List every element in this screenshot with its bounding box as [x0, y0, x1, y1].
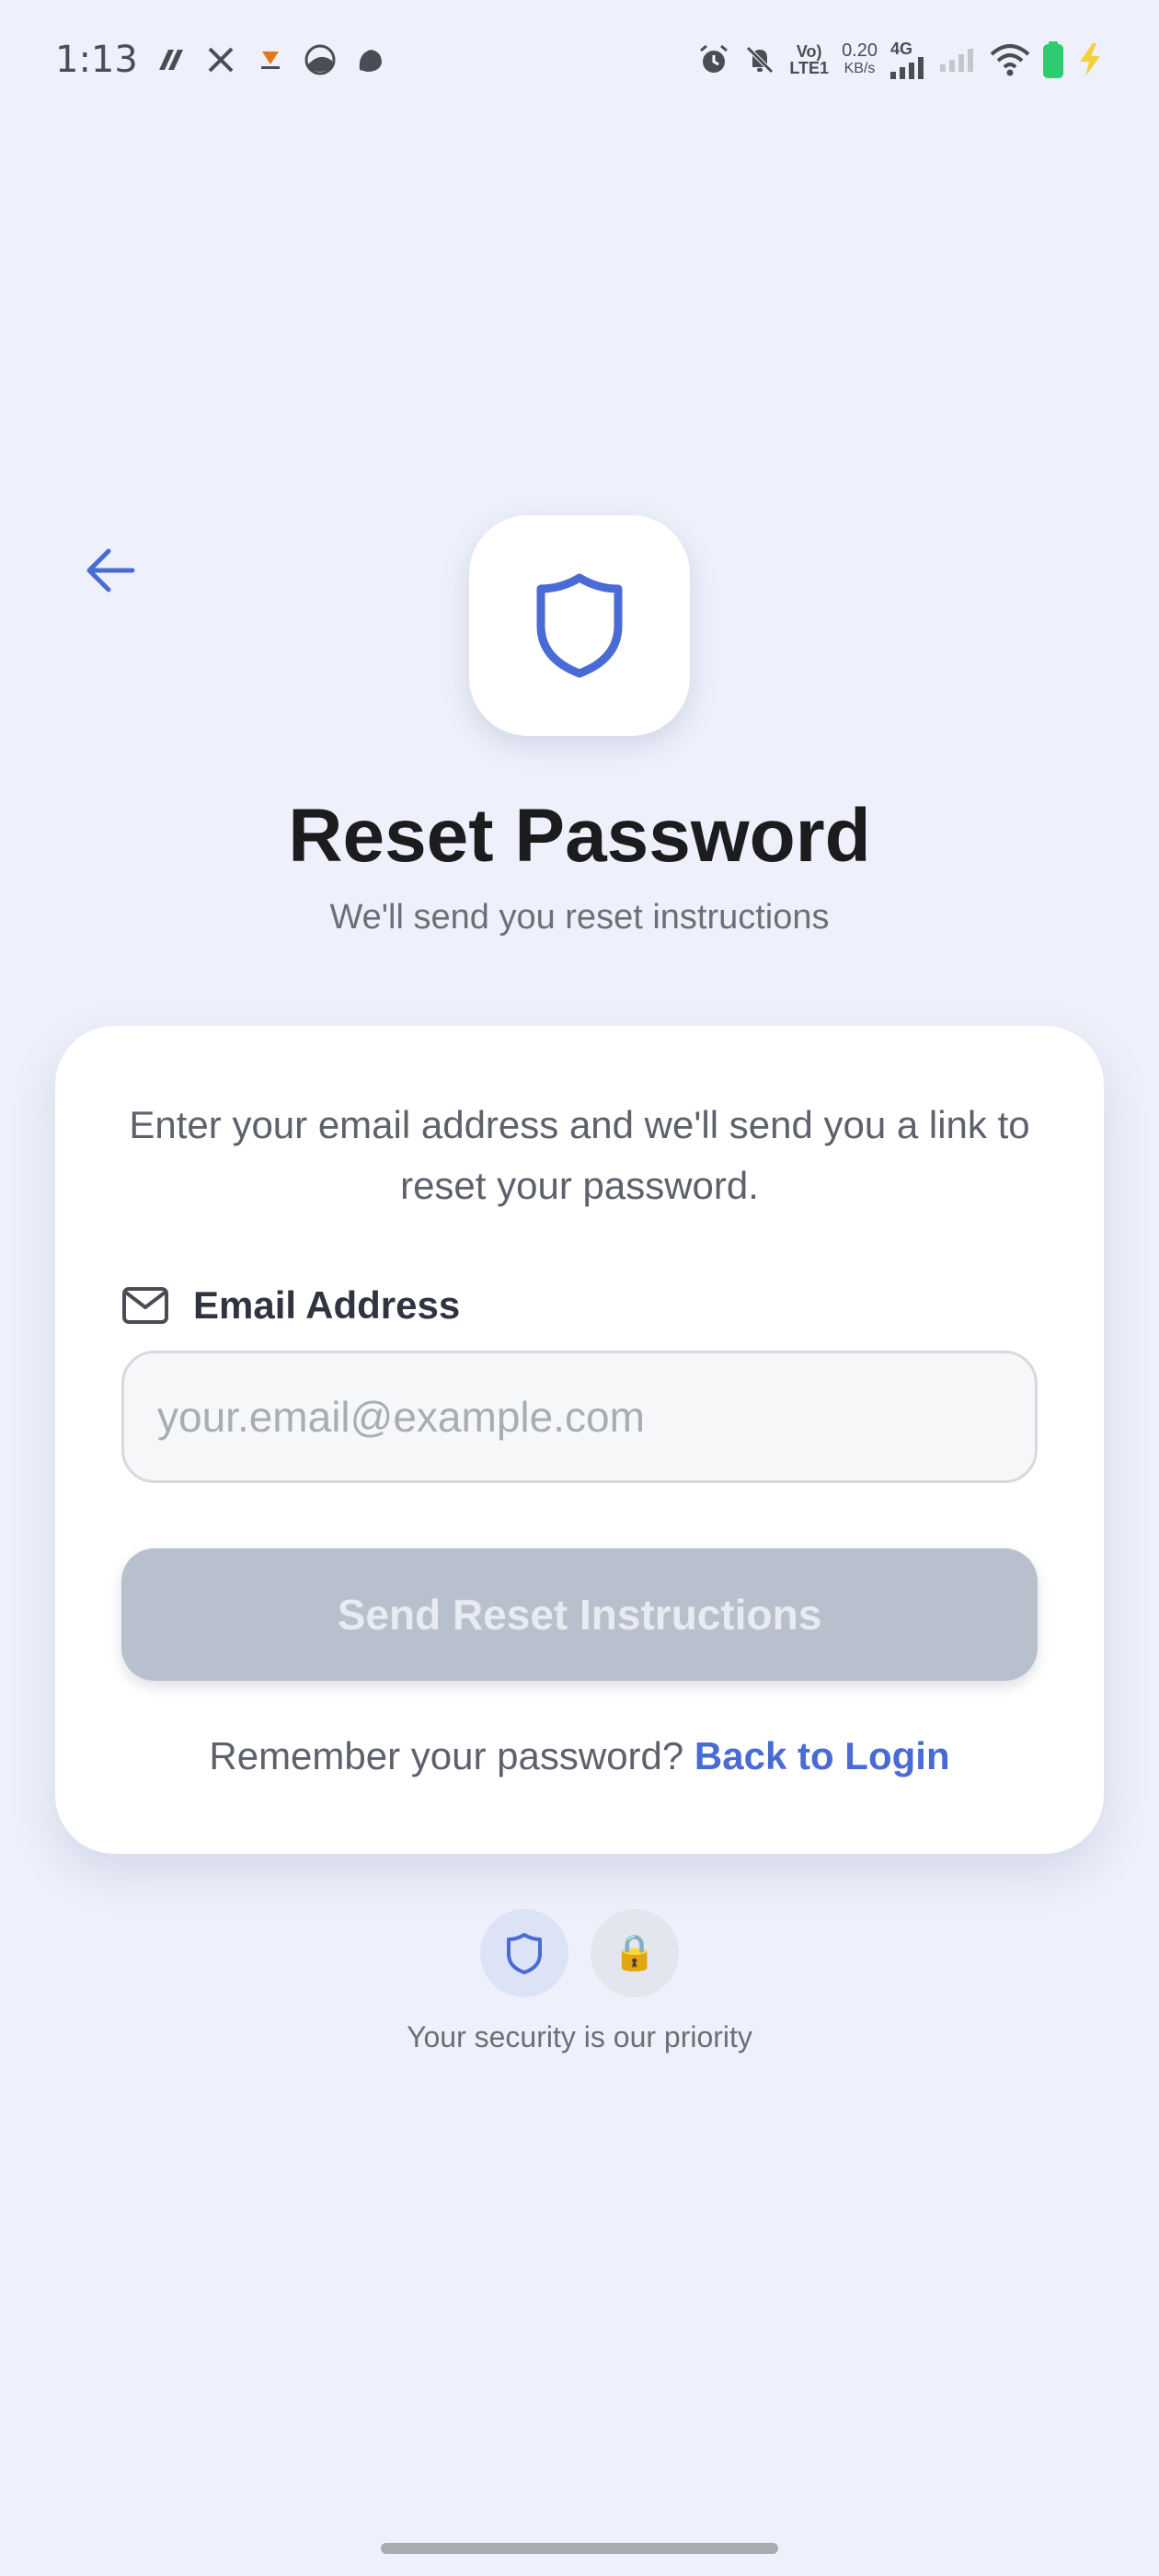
signal-icon — [890, 57, 924, 79]
battery-icon — [1043, 41, 1063, 78]
security-badges: 🔒 — [0, 1909, 1159, 1997]
status-time: 1:13 — [55, 39, 138, 81]
volte-label: Vo) — [796, 42, 822, 61]
arrow-left-icon — [86, 548, 135, 592]
network-speed-value: 0.20 — [842, 40, 878, 61]
footer-security-text: Your security is our priority — [407, 2020, 752, 2053]
x-icon — [204, 43, 237, 76]
lte-label: LTE1 — [789, 59, 830, 77]
charging-icon — [1080, 43, 1100, 76]
lock-icon: 🔒 — [613, 1934, 657, 1972]
reset-card: Enter your email address and we'll send … — [55, 1026, 1104, 1854]
status-bar-right: Vo) LTE1 0.20 KB/s 4G — [697, 40, 1104, 79]
email-field[interactable] — [121, 1351, 1038, 1483]
status-bar: 1:13 Vo) LTE1 0.20 KB/s 4G — [0, 0, 1159, 120]
page-subtitle: We'll send you reset instructions — [329, 898, 830, 937]
card-description: Enter your email address and we'll send … — [129, 1103, 1030, 1207]
lock-badge: 🔒 — [591, 1909, 679, 1997]
app-notification-icon — [304, 43, 337, 76]
app-notification-icon — [353, 43, 386, 76]
signal-strength-1: 4G — [890, 40, 927, 79]
shield-icon — [536, 573, 623, 678]
mute-icon — [743, 43, 776, 76]
shield-icon — [507, 1933, 542, 1974]
network-type-label: 4G — [890, 40, 913, 58]
email-label-row: Email Address — [121, 1283, 460, 1328]
app-notification-icon — [155, 43, 188, 76]
status-bar-left: 1:13 — [55, 39, 386, 81]
logo-tile — [469, 515, 690, 736]
network-speed-unit: KB/s — [843, 61, 876, 76]
volte-indicator: Vo) LTE1 — [789, 43, 829, 76]
alarm-icon — [697, 43, 730, 76]
back-button[interactable] — [74, 534, 147, 607]
home-indicator[interactable] — [381, 2543, 778, 2554]
mail-icon — [122, 1287, 168, 1324]
page-title: Reset Password — [288, 794, 871, 878]
email-label: Email Address — [193, 1283, 461, 1327]
login-row: Remember your password? Back to Login — [55, 1734, 1104, 1778]
signal-icon-sim2 — [940, 49, 973, 72]
network-speed: 0.20 KB/s — [842, 41, 878, 78]
app-notification-icon — [254, 43, 287, 76]
login-prompt: Remember your password? — [209, 1734, 684, 1777]
send-reset-button[interactable]: Send Reset Instructions — [121, 1548, 1038, 1681]
shield-badge — [480, 1909, 568, 1997]
wifi-icon — [990, 44, 1030, 76]
back-to-login-link[interactable]: Back to Login — [694, 1734, 950, 1777]
